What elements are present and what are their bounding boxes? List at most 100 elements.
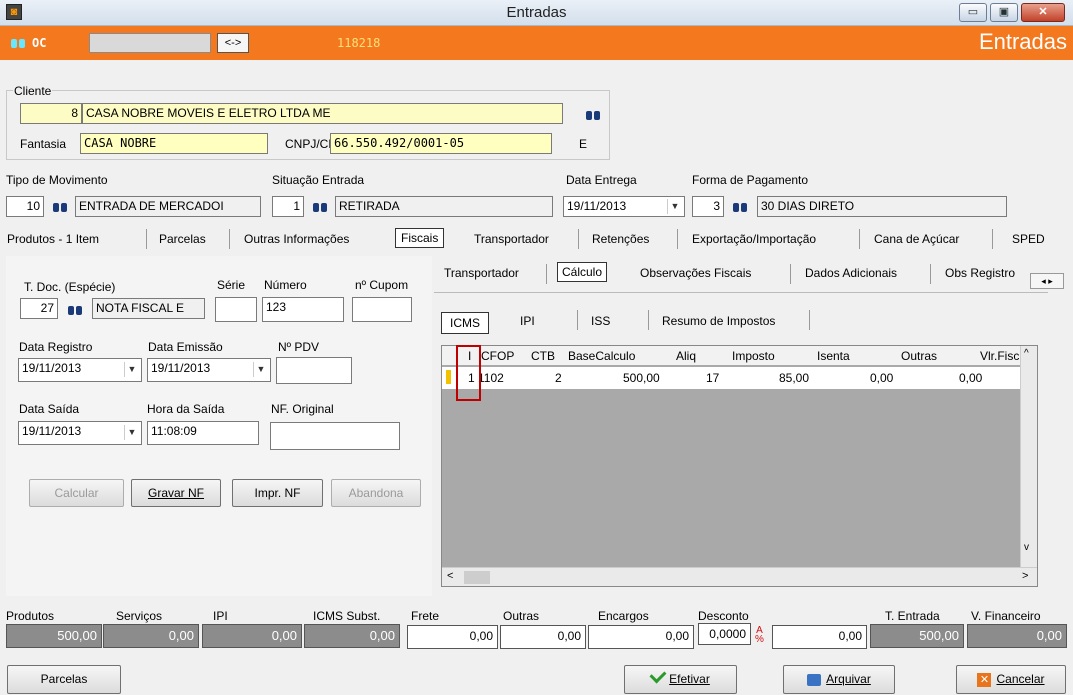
arquivar-label: Arquivar bbox=[826, 672, 871, 686]
close-button[interactable]: ✕ bbox=[1021, 3, 1065, 22]
col-aliq[interactable]: Aliq bbox=[676, 349, 696, 363]
subtab-calculo[interactable]: Cálculo bbox=[557, 262, 608, 282]
tab-outras-informacoes[interactable]: Outras Informações bbox=[244, 232, 349, 246]
tdoc-code-input[interactable]: 27 bbox=[20, 298, 58, 319]
percent-toggle-icon[interactable]: A% bbox=[754, 626, 765, 645]
search-client-icon[interactable] bbox=[585, 108, 601, 125]
scroll-left-icon[interactable]: < bbox=[447, 570, 453, 582]
col-outras[interactable]: Outras bbox=[901, 349, 937, 363]
cell-cfop: 1102 bbox=[478, 371, 504, 385]
tab-produtos[interactable]: Produtos - 1 Item bbox=[7, 232, 99, 246]
subtab-dados-adicionais[interactable]: Dados Adicionais bbox=[805, 266, 897, 280]
tab-fiscais[interactable]: Fiscais bbox=[395, 228, 445, 248]
tab-transportador[interactable]: Transportador bbox=[474, 232, 549, 246]
hora-saida-input[interactable]: 11:08:09 bbox=[147, 421, 259, 445]
search-oc-icon[interactable] bbox=[10, 36, 26, 53]
data-entrega-input[interactable]: 19/11/2013 ▼ bbox=[563, 196, 685, 217]
cancel-icon: ✕ bbox=[977, 672, 992, 687]
taxtab-iss[interactable]: ISS bbox=[591, 314, 610, 328]
search-situacao-icon[interactable] bbox=[312, 200, 328, 217]
grid-hscroll[interactable]: < > bbox=[442, 567, 1037, 586]
client-group-label: Cliente bbox=[13, 84, 53, 98]
efetivar-button[interactable]: Efetivar bbox=[624, 665, 737, 694]
serie-input[interactable] bbox=[215, 297, 257, 322]
col-isenta[interactable]: Isenta bbox=[817, 349, 850, 363]
frete-input[interactable]: 0,00 bbox=[407, 625, 498, 649]
data-emissao-value: 19/11/2013 bbox=[151, 361, 211, 375]
search-forma-icon[interactable] bbox=[732, 200, 748, 217]
data-saida-label: Data Saída bbox=[19, 402, 80, 416]
data-emissao-input[interactable]: 19/11/2013 ▼ bbox=[147, 358, 271, 382]
chevron-down-icon[interactable]: ▼ bbox=[253, 362, 268, 377]
order-number: 118218 bbox=[337, 36, 381, 50]
desconto-pct-input[interactable]: 0,0000 bbox=[698, 623, 751, 645]
subtab-transportador[interactable]: Transportador bbox=[444, 266, 519, 280]
taxtab-ipi[interactable]: IPI bbox=[520, 314, 535, 328]
scroll-down-icon[interactable]: v bbox=[1024, 542, 1029, 553]
efetivar-label: Efetivar bbox=[669, 672, 710, 686]
abandona-button[interactable]: Abandona bbox=[331, 479, 421, 507]
data-registro-label: Data Registro bbox=[19, 340, 93, 354]
imprimir-nf-button[interactable]: Impr. NF bbox=[232, 479, 323, 507]
v-financeiro-value: 0,00 bbox=[967, 624, 1067, 648]
tab-exportacao[interactable]: Exportação/Importação bbox=[692, 232, 816, 246]
nav-button[interactable]: <-> bbox=[217, 33, 249, 53]
cupom-input[interactable] bbox=[352, 297, 412, 322]
parcelas-button[interactable]: Parcelas bbox=[7, 665, 121, 694]
col-cfop[interactable]: CFOP bbox=[481, 349, 514, 363]
maximize-button[interactable]: ▣ bbox=[990, 3, 1018, 22]
search-tipo-icon[interactable] bbox=[52, 200, 68, 217]
chevron-down-icon[interactable]: ▼ bbox=[667, 199, 682, 214]
grid-vscroll[interactable]: ^ v bbox=[1020, 346, 1037, 567]
subtab-observacoes[interactable]: Observações Fiscais bbox=[640, 266, 751, 280]
client-code-input[interactable]: 8 bbox=[20, 103, 82, 124]
col-imposto[interactable]: Imposto bbox=[732, 349, 775, 363]
pdv-input[interactable] bbox=[276, 357, 352, 384]
scroll-right-icon[interactable]: > bbox=[1022, 570, 1028, 582]
nf-original-input[interactable] bbox=[270, 422, 400, 450]
pdv-label: Nº PDV bbox=[278, 340, 320, 354]
col-basecalculo[interactable]: BaseCalculo bbox=[568, 349, 635, 363]
tab-cana[interactable]: Cana de Açúcar bbox=[874, 232, 959, 246]
subtab-scroll-arrows[interactable]: ◂ ▸ bbox=[1030, 273, 1064, 289]
hscroll-thumb[interactable] bbox=[464, 571, 490, 584]
check-icon bbox=[649, 666, 667, 684]
tab-retencoes[interactable]: Retenções bbox=[592, 232, 649, 246]
arquivar-button[interactable]: Arquivar bbox=[783, 665, 895, 694]
taxtab-icms[interactable]: ICMS bbox=[441, 312, 489, 334]
chevron-down-icon[interactable]: ▼ bbox=[124, 362, 139, 377]
taxtab-resumo[interactable]: Resumo de Impostos bbox=[662, 314, 775, 328]
icms-subst-label: ICMS Subst. bbox=[313, 609, 381, 623]
oc-input[interactable] bbox=[89, 33, 211, 53]
subtab-obs-registro[interactable]: Obs Registro bbox=[945, 266, 1015, 280]
data-registro-input[interactable]: 19/11/2013 ▼ bbox=[18, 358, 142, 382]
fantasia-input[interactable]: CASA NOBRE bbox=[80, 133, 268, 154]
header-title: Entradas bbox=[978, 29, 1067, 54]
gravar-nf-button[interactable]: Gravar NF bbox=[131, 479, 221, 507]
cell-outras: 0,00 bbox=[959, 371, 983, 385]
tipo-code-input[interactable]: 10 bbox=[6, 196, 44, 217]
minimize-button[interactable]: ▭ bbox=[959, 3, 987, 22]
tab-parcelas[interactable]: Parcelas bbox=[159, 232, 206, 246]
calcular-button[interactable]: Calcular bbox=[29, 479, 124, 507]
data-saida-input[interactable]: 19/11/2013 ▼ bbox=[18, 421, 142, 445]
cell-ctb: 2 bbox=[555, 371, 562, 385]
chevron-down-icon[interactable]: ▼ bbox=[124, 425, 139, 440]
ipi-label: IPI bbox=[213, 609, 228, 623]
tab-sped[interactable]: SPED bbox=[1012, 232, 1045, 246]
cancelar-button[interactable]: ✕ Cancelar bbox=[956, 665, 1066, 694]
col-vlrfisc[interactable]: Vlr.Fisc. bbox=[980, 349, 1023, 363]
cell-isenta: 0,00 bbox=[870, 371, 894, 385]
numero-input[interactable]: 123 bbox=[262, 297, 344, 322]
encargos-input[interactable]: 0,00 bbox=[588, 625, 694, 649]
situacao-code-input[interactable]: 1 bbox=[272, 196, 304, 217]
search-tdoc-icon[interactable] bbox=[67, 303, 83, 320]
outras-input[interactable]: 0,00 bbox=[500, 625, 586, 649]
cnpj-input[interactable]: 66.550.492/0001-05 bbox=[330, 133, 552, 154]
desconto-input[interactable]: 0,00 bbox=[772, 625, 867, 649]
col-ctb[interactable]: CTB bbox=[531, 349, 555, 363]
client-name-input[interactable]: CASA NOBRE MOVEIS E ELETRO LTDA ME bbox=[82, 103, 563, 124]
scroll-up-icon[interactable]: ^ bbox=[1024, 348, 1029, 359]
forma-code-input[interactable]: 3 bbox=[692, 196, 724, 217]
table-row[interactable]: 1 1102 2 500,00 17 85,00 0,00 0,00 bbox=[442, 367, 1020, 389]
